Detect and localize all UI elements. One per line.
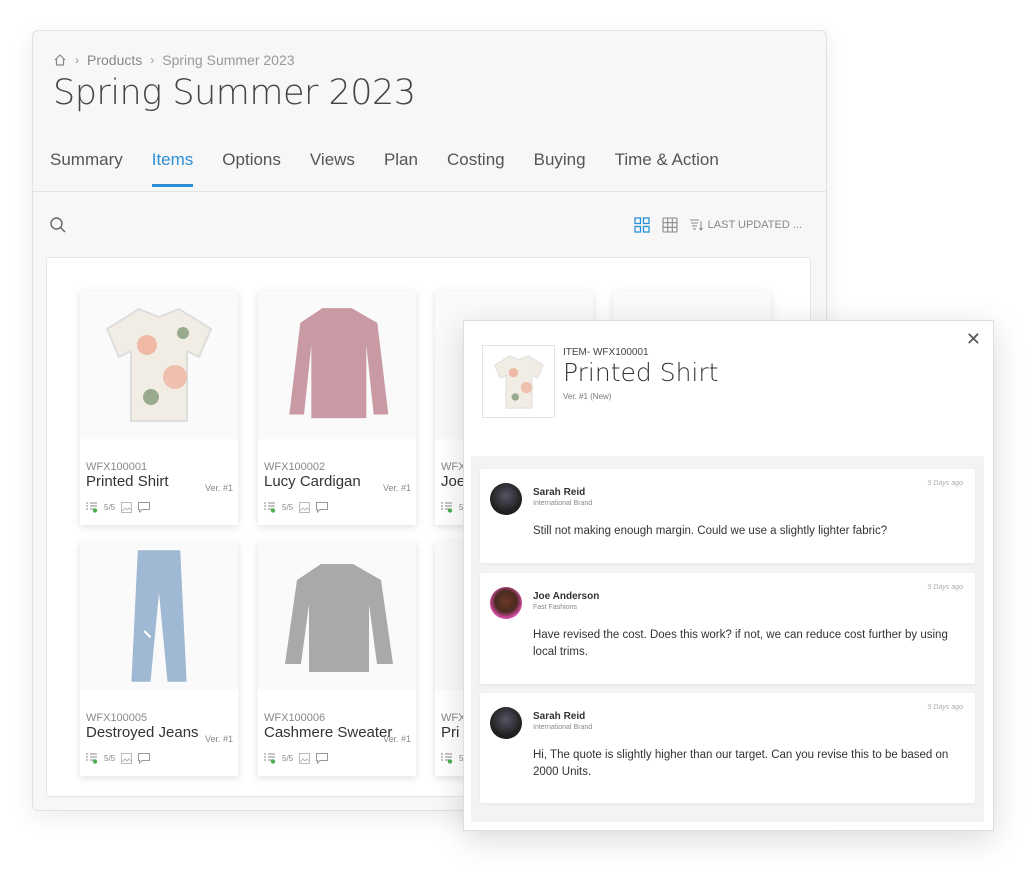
progress-count: 5/5 — [104, 754, 116, 763]
item-code: WFX100001 — [86, 461, 148, 473]
comment-time: 5 Days ago — [927, 480, 963, 487]
comment-icon[interactable] — [138, 753, 151, 764]
comment-icon[interactable] — [316, 502, 329, 513]
divider — [33, 191, 826, 192]
page-title: Spring Summer 2023 — [53, 73, 416, 113]
item-image — [80, 542, 238, 690]
card-view-icon[interactable] — [634, 217, 650, 233]
tab-buying[interactable]: Buying — [534, 143, 586, 187]
tab-items[interactable]: Items — [151, 143, 194, 187]
item-code: WFX100005 — [86, 712, 148, 724]
checklist-icon — [264, 502, 276, 513]
table-view-icon[interactable] — [662, 217, 678, 233]
avatar — [490, 483, 522, 515]
comment-icon[interactable] — [316, 753, 329, 764]
comment-text: Still not making enough margin. Could we… — [533, 525, 888, 537]
sort-label: LAST UPDATED ... — [707, 219, 802, 231]
item-name: Printed Shirt — [563, 358, 719, 387]
chevron-right-icon: › — [150, 53, 155, 67]
checklist-icon — [441, 502, 453, 513]
item-thumbnail — [482, 345, 555, 418]
progress-count: 5/5 — [282, 503, 294, 512]
item-version: Ver. #1 — [382, 483, 411, 493]
tab-costing[interactable]: Costing — [447, 143, 505, 187]
checklist-icon — [264, 753, 276, 764]
tab-time-action[interactable]: Time & Action — [615, 143, 719, 187]
item-version: Ver. #1 — [204, 734, 233, 744]
breadcrumb-products[interactable]: Products — [87, 52, 142, 68]
comment-author: Joe Anderson — [533, 591, 600, 602]
image-icon[interactable] — [299, 753, 311, 764]
image-icon[interactable] — [121, 502, 133, 513]
search-icon[interactable] — [49, 216, 67, 234]
close-icon[interactable]: ✕ — [966, 329, 981, 350]
sort-icon — [689, 219, 703, 231]
comment-time: 5 Days ago — [927, 584, 963, 591]
tab-options[interactable]: Options — [222, 143, 281, 187]
comment-author: Sarah Reid — [533, 487, 586, 498]
tab-bar: Summary Items Options Views Plan Costing… — [50, 143, 748, 187]
tab-plan[interactable]: Plan — [384, 143, 418, 187]
comment-time: 5 Days ago — [927, 704, 963, 711]
comment-item: Joe Anderson Fast Fashions 5 Days ago Ha… — [480, 573, 975, 684]
comment-org: International Brand — [533, 724, 593, 731]
item-image — [258, 542, 416, 690]
comment-text: Hi, The quote is slightly higher than ou… — [533, 749, 949, 778]
item-detail-modal: ✕ ITEM- WFX100001 Printed Shirt Ver. #1 … — [463, 320, 994, 831]
comment-item: Sarah Reid International Brand 5 Days ag… — [480, 469, 975, 563]
comment-org: Fast Fashions — [533, 604, 577, 611]
comment-text: Have revised the cost. Does this work? i… — [533, 629, 948, 658]
toolbar: LAST UPDATED ... — [33, 211, 826, 241]
item-code: WFX100006 — [264, 712, 326, 724]
comment-org: International Brand — [533, 500, 593, 507]
image-icon[interactable] — [121, 753, 133, 764]
comment-item: Sarah Reid International Brand 5 Days ag… — [480, 693, 975, 803]
breadcrumb-current: Spring Summer 2023 — [162, 52, 295, 68]
item-version: Ver. #1 — [382, 734, 411, 744]
item-card[interactable]: WFX100006 Ver. #1 Cashmere Sweater 5/5 — [258, 542, 416, 776]
item-version: Ver. #1 (New) — [563, 392, 612, 401]
tab-summary[interactable]: Summary — [50, 143, 123, 187]
checklist-icon — [86, 502, 98, 513]
checklist-icon — [86, 753, 98, 764]
checklist-icon — [441, 753, 453, 764]
comment-icon[interactable] — [138, 502, 151, 513]
item-image — [258, 291, 416, 439]
chevron-right-icon: › — [75, 53, 79, 67]
tab-views[interactable]: Views — [310, 143, 355, 187]
item-card[interactable]: WFX100005 Ver. #1 Destroyed Jeans 5/5 — [80, 542, 238, 776]
avatar — [490, 587, 522, 619]
item-image — [80, 291, 238, 439]
breadcrumb: › Products › Spring Summer 2023 — [53, 52, 295, 68]
item-code: WFX100002 — [264, 461, 326, 473]
item-version: Ver. #1 — [204, 483, 233, 493]
home-icon[interactable] — [53, 53, 67, 67]
item-card[interactable]: WFX100002 Ver. #1 Lucy Cardigan 5/5 — [258, 291, 416, 525]
item-code: ITEM- WFX100001 — [563, 347, 649, 358]
comment-author: Sarah Reid — [533, 711, 586, 722]
avatar — [490, 707, 522, 739]
item-card[interactable]: WFX100001 Ver. #1 Printed Shirt 5/5 — [80, 291, 238, 525]
progress-count: 5/5 — [104, 503, 116, 512]
sort-button[interactable]: LAST UPDATED ... — [689, 219, 802, 231]
progress-count: 5/5 — [282, 754, 294, 763]
image-icon[interactable] — [299, 502, 311, 513]
comments-list: Sarah Reid International Brand 5 Days ag… — [471, 456, 984, 822]
